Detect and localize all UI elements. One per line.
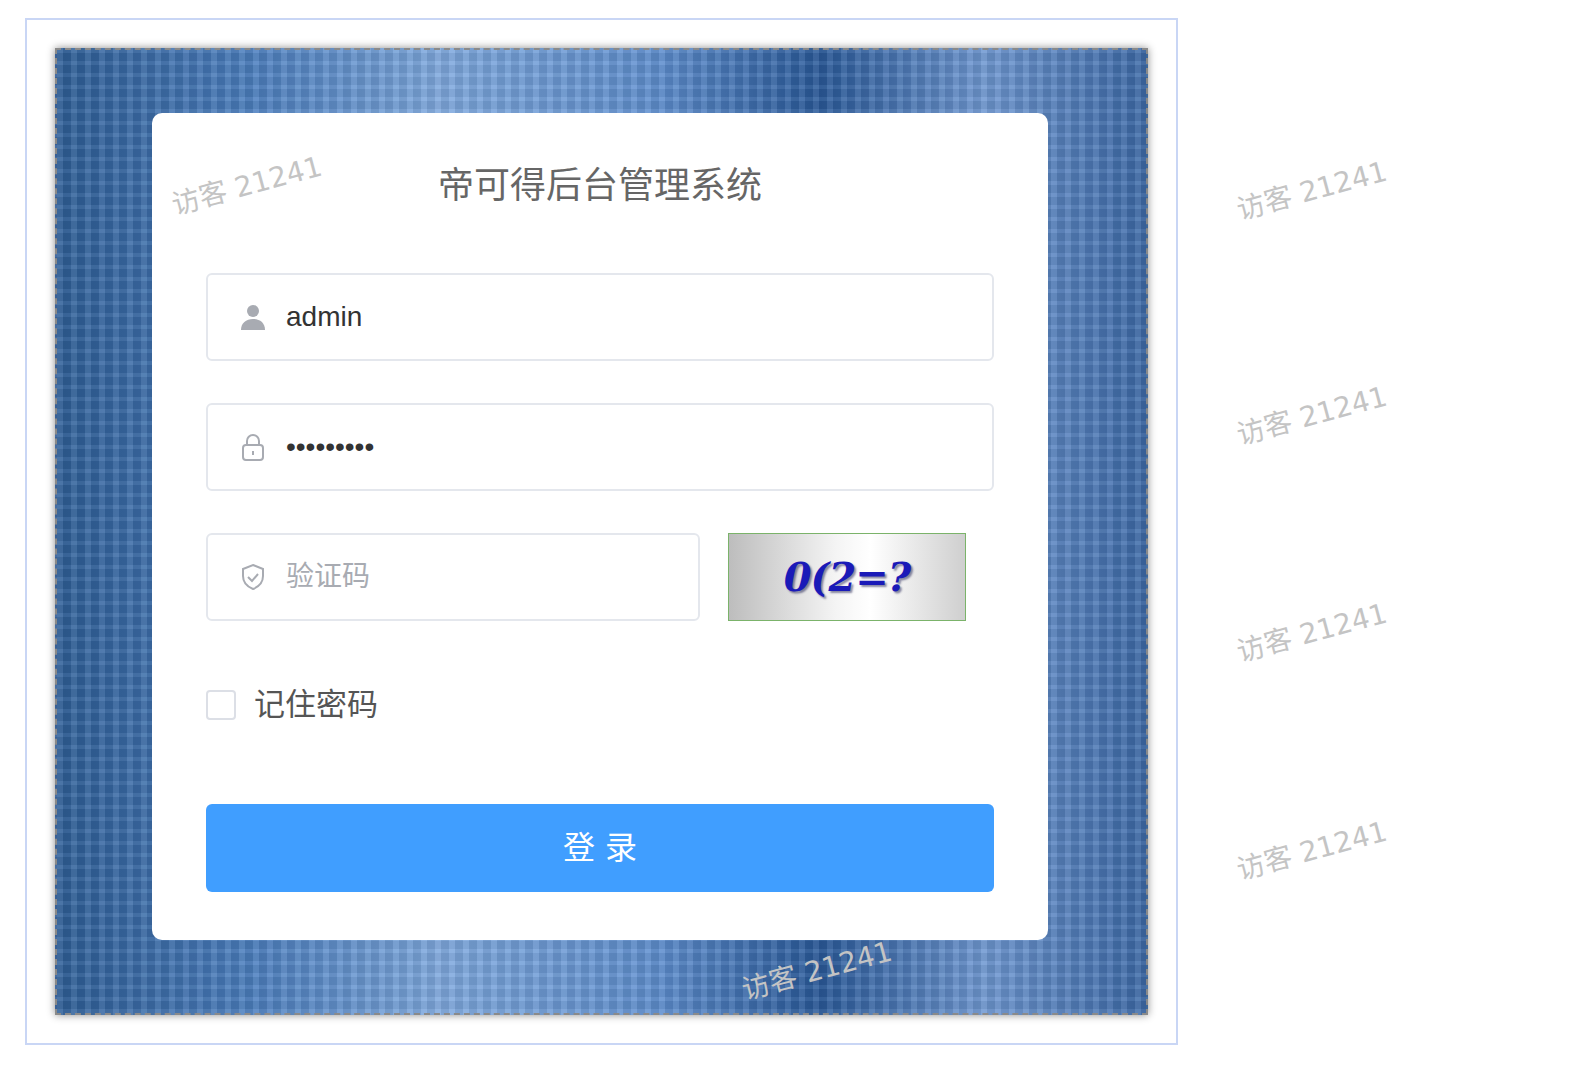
remember-row[interactable]: 记住密码 (206, 681, 994, 728)
remember-label[interactable]: 记住密码 (254, 681, 378, 728)
captcha-field (206, 533, 700, 621)
watermark: 访客 21241 (1232, 811, 1392, 891)
captcha-input[interactable] (284, 555, 682, 599)
login-card: 帝可得后台管理系统 0(2=? 记住密码 登 录 (152, 113, 1048, 940)
shield-icon (238, 562, 268, 592)
password-input[interactable] (284, 425, 976, 469)
captcha-image[interactable]: 0(2=? (728, 533, 966, 621)
watermark: 访客 21241 (1232, 593, 1392, 673)
login-title: 帝可得后台管理系统 (206, 161, 994, 211)
watermark: 访客 21241 (167, 146, 327, 226)
remember-checkbox[interactable] (206, 690, 236, 720)
login-button[interactable]: 登 录 (206, 804, 994, 892)
user-icon (238, 302, 268, 332)
watermark: 访客 21241 (1232, 151, 1392, 231)
background: 帝可得后台管理系统 0(2=? 记住密码 登 录 (55, 48, 1148, 1015)
lock-icon (238, 432, 268, 462)
watermark: 访客 21241 (737, 931, 897, 1011)
watermark: 访客 21241 (1232, 376, 1392, 456)
username-field (206, 273, 994, 361)
password-field (206, 403, 994, 491)
username-input[interactable] (284, 295, 976, 339)
page-frame: 帝可得后台管理系统 0(2=? 记住密码 登 录 (25, 18, 1178, 1045)
